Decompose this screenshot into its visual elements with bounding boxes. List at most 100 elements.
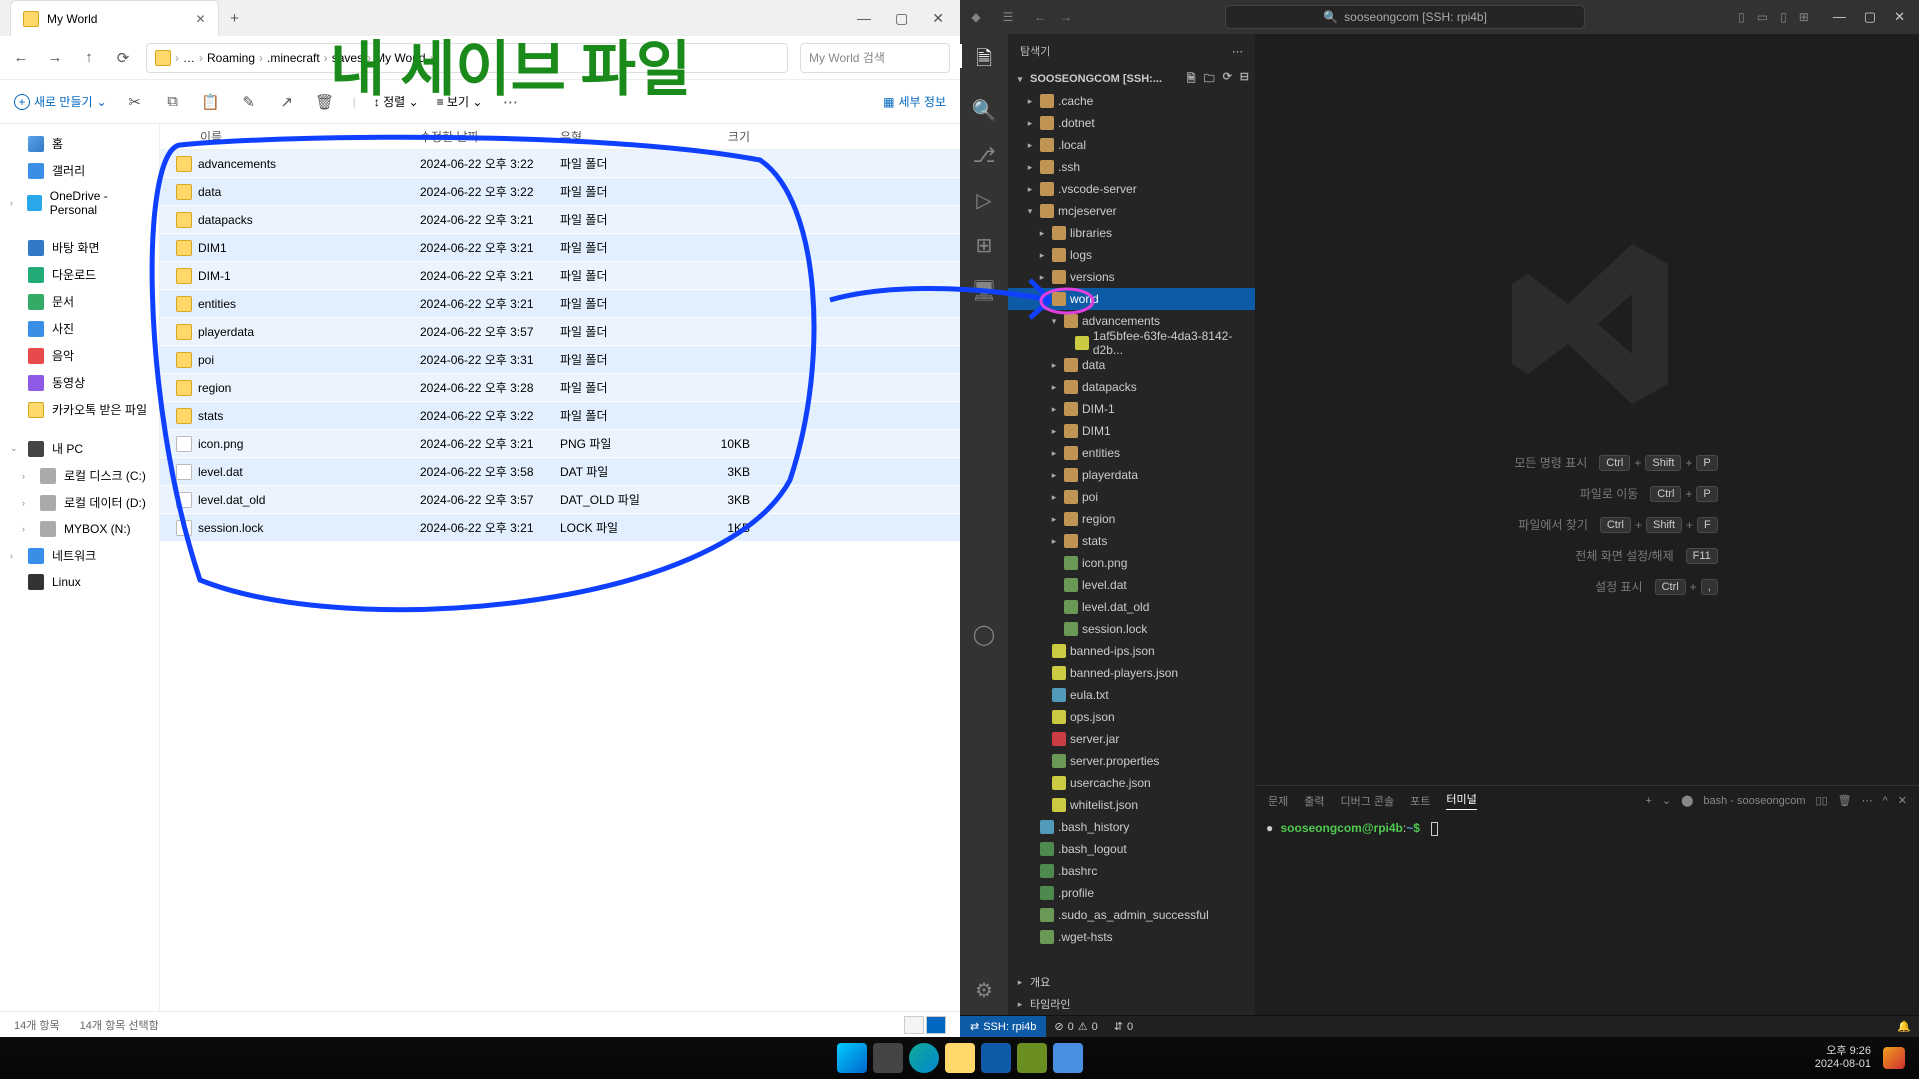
crumb[interactable]: .minecraft [267, 51, 320, 65]
close-button[interactable]: ✕ [932, 10, 944, 27]
extensions-icon[interactable]: ⊞ [976, 233, 993, 258]
more-icon[interactable]: ⋯ [500, 93, 520, 111]
tree-node[interactable]: .profile [1008, 882, 1255, 904]
start-button[interactable] [837, 1043, 867, 1073]
new-button[interactable]: + 새로 만들기 ⌄ [14, 93, 107, 110]
gear-icon[interactable]: ⚙ [975, 978, 993, 1003]
debug-icon[interactable]: ▷ [976, 188, 991, 213]
crumb[interactable]: Roaming [207, 51, 255, 65]
crumb[interactable]: My World [375, 51, 425, 65]
security-tray-icon[interactable] [1883, 1047, 1905, 1069]
maximize-button[interactable]: ▢ [1864, 9, 1876, 25]
tree-node[interactable]: usercache.json [1008, 772, 1255, 794]
close-button[interactable]: ✕ [1894, 9, 1905, 25]
nav-forward-icon[interactable]: → [1060, 10, 1072, 24]
tree-node[interactable]: .local [1008, 134, 1255, 156]
tab-ports[interactable]: 포트 [1410, 793, 1430, 809]
sidebar-item[interactable]: 갤러리 [0, 157, 159, 184]
file-row[interactable]: poi2024-06-22 오후 3:31파일 폴더 [160, 346, 960, 374]
new-tab-button[interactable]: + [219, 10, 251, 27]
tree-node[interactable]: ops.json [1008, 706, 1255, 728]
rename-icon[interactable]: ✎ [239, 93, 259, 111]
file-row[interactable]: region2024-06-22 오후 3:28파일 폴더 [160, 374, 960, 402]
sidebar-item[interactable]: 다운로드 [0, 261, 159, 288]
col-size[interactable]: 크기 [680, 128, 760, 145]
file-row[interactable]: session.lock2024-06-22 오후 3:21LOCK 파일1KB [160, 514, 960, 542]
search-input[interactable]: My World 검색 [800, 43, 950, 73]
sidebar-item[interactable]: ›로컬 디스크 (C:) [0, 462, 159, 489]
file-row[interactable]: playerdata2024-06-22 오후 3:57파일 폴더 [160, 318, 960, 346]
file-row[interactable]: DIM12024-06-22 오후 3:21파일 폴더 [160, 234, 960, 262]
tree-node[interactable]: .bashrc [1008, 860, 1255, 882]
tree-node[interactable]: .cache [1008, 90, 1255, 112]
col-date[interactable]: 수정한 날짜 [420, 128, 560, 145]
tree-node[interactable]: world [1008, 288, 1255, 310]
minecraft-icon[interactable] [1017, 1043, 1047, 1073]
sidebar-item[interactable]: 사진 [0, 315, 159, 342]
tab-terminal[interactable]: 터미널 [1446, 791, 1476, 810]
tree-node[interactable]: DIM-1 [1008, 398, 1255, 420]
tree-node[interactable]: libraries [1008, 222, 1255, 244]
file-row[interactable]: icon.png2024-06-22 오후 3:21PNG 파일10KB [160, 430, 960, 458]
tree-node[interactable]: .bash_logout [1008, 838, 1255, 860]
sidebar-item[interactable]: 바탕 화면 [0, 234, 159, 261]
minimize-button[interactable]: — [1833, 9, 1846, 25]
tab-problems[interactable]: 문제 [1268, 793, 1288, 809]
tree-node[interactable]: server.jar [1008, 728, 1255, 750]
tree-node[interactable]: stats [1008, 530, 1255, 552]
tree-node[interactable]: versions [1008, 266, 1255, 288]
tree-node[interactable]: DIM1 [1008, 420, 1255, 442]
nav-back-icon[interactable]: ← [1034, 10, 1046, 24]
col-type[interactable]: 유형 [560, 128, 680, 145]
sidebar-item[interactable]: 음악 [0, 342, 159, 369]
sidebar-item[interactable]: ⌄내 PC [0, 435, 159, 462]
sort-button[interactable]: ↕ 정렬 ⌄ [374, 93, 419, 110]
collapse-icon[interactable]: ⊟ [1240, 70, 1249, 89]
file-row[interactable]: stats2024-06-22 오후 3:22파일 폴더 [160, 402, 960, 430]
vscode-taskbar-icon[interactable] [981, 1043, 1011, 1073]
split-terminal-icon[interactable]: ▯▯ [1816, 794, 1828, 807]
col-name[interactable]: 이름 [160, 128, 420, 145]
tree-node[interactable]: region [1008, 508, 1255, 530]
remote-explorer-icon[interactable]: 🖥 [971, 278, 996, 303]
sidebar-item[interactable]: ›로컬 데이터 (D:) [0, 489, 159, 516]
sidebar-item[interactable]: 홈 [0, 130, 159, 157]
file-row[interactable]: level.dat_old2024-06-22 오후 3:57DAT_OLD 파… [160, 486, 960, 514]
edge-icon[interactable] [909, 1043, 939, 1073]
sidebar-item[interactable]: 동영상 [0, 369, 159, 396]
tree-node[interactable]: whitelist.json [1008, 794, 1255, 816]
kill-terminal-icon[interactable]: 🗑 [1838, 794, 1852, 807]
system-clock[interactable]: 오후 9:26 2024-08-01 [1815, 1045, 1871, 1071]
terminal-more-icon[interactable]: ⋯ [1862, 794, 1873, 807]
tree-node[interactable]: .ssh [1008, 156, 1255, 178]
paste-icon[interactable]: 📋 [201, 93, 221, 111]
maximize-button[interactable]: ▢ [895, 10, 908, 27]
new-terminal-icon[interactable]: + [1645, 795, 1651, 807]
tree-node[interactable]: mcjeserver [1008, 200, 1255, 222]
file-row[interactable]: entities2024-06-22 오후 3:21파일 폴더 [160, 290, 960, 318]
hamburger-icon[interactable]: ☰ [992, 10, 1024, 24]
terminal-dropdown-icon[interactable]: ⌄ [1662, 794, 1671, 807]
paint-icon[interactable] [1053, 1043, 1083, 1073]
sidebar-item[interactable]: ›네트워크 [0, 542, 159, 569]
tree-node[interactable]: logs [1008, 244, 1255, 266]
layout-panel-icon[interactable]: ▭ [1757, 10, 1768, 24]
tree-node[interactable]: .vscode-server [1008, 178, 1255, 200]
new-folder-icon[interactable]: 🗀 [1204, 70, 1215, 89]
tab-debug[interactable]: 디버그 콘솔 [1341, 793, 1395, 809]
layout-custom-icon[interactable]: ⊞ [1799, 10, 1809, 24]
notifications-icon[interactable]: 🔔 [1889, 1020, 1919, 1033]
tree-node[interactable]: 1af5bfee-63fe-4da3-8142-d2b... [1008, 332, 1255, 354]
minimize-button[interactable]: — [857, 10, 871, 27]
forward-button[interactable]: → [44, 49, 66, 66]
view-button[interactable]: ≡ 보기 ⌄ [437, 93, 483, 110]
tree-node[interactable]: data [1008, 354, 1255, 376]
file-row[interactable]: datapacks2024-06-22 오후 3:21파일 폴더 [160, 206, 960, 234]
tree-node[interactable]: .sudo_as_admin_successful [1008, 904, 1255, 926]
source-control-icon[interactable]: ⎇ [972, 143, 995, 168]
sidebar-item[interactable]: 카카오톡 받은 파일 [0, 396, 159, 423]
layout-right-icon[interactable]: ▯ [1780, 10, 1787, 24]
tab-close-icon[interactable]: ✕ [195, 12, 205, 26]
tree-node[interactable]: banned-players.json [1008, 662, 1255, 684]
breadcrumb[interactable]: › … › Roaming › .minecraft › saves › My … [146, 43, 788, 73]
